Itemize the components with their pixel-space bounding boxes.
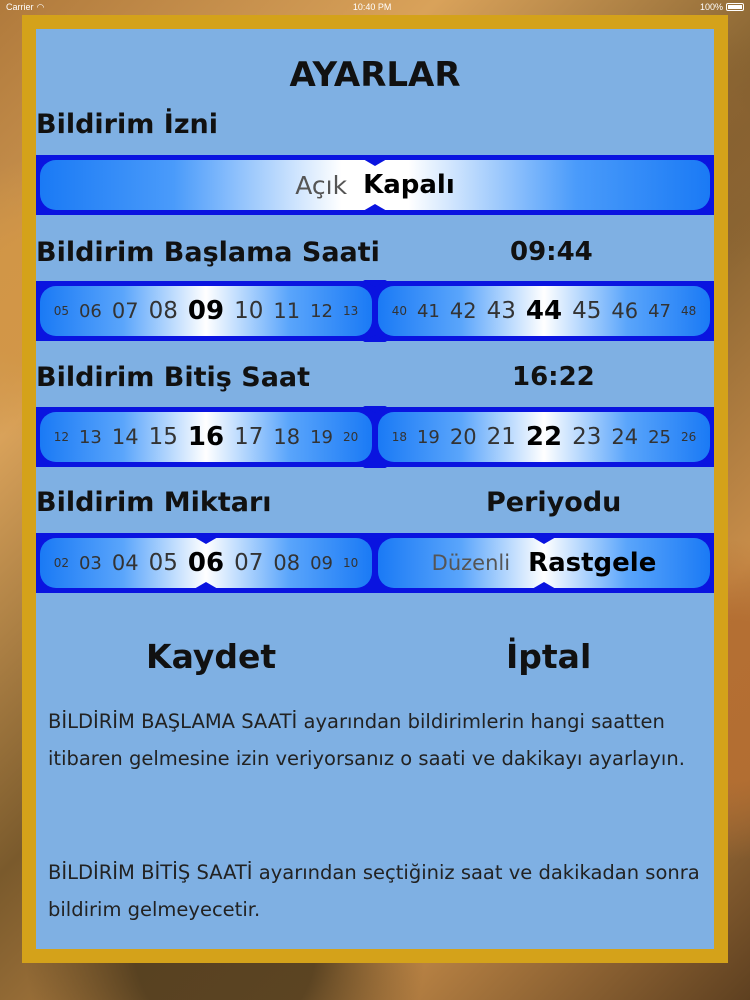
start-hour-selected[interactable]: 09	[188, 296, 224, 326]
start-hour-item[interactable]: 07	[112, 299, 139, 323]
period-wheel[interactable]: Düzenli Rastgele	[378, 538, 710, 588]
period-option-random[interactable]: Rastgele	[528, 548, 656, 578]
end-time-value: 16:22	[512, 362, 595, 392]
picker-notch-bottom	[363, 335, 387, 342]
amount-item[interactable]: 02	[54, 556, 69, 570]
end-minute-item[interactable]: 25	[648, 427, 671, 448]
picker-notch-top	[194, 538, 218, 544]
start-minute-item[interactable]: 47	[648, 301, 671, 322]
start-hour-item[interactable]: 11	[273, 299, 300, 323]
settings-frame: AYARLAR Bildirim İzni Açık Kapalı Bildir…	[22, 15, 728, 963]
picker-notch-bottom	[532, 582, 556, 588]
end-time-label: Bildirim Bitiş Saat	[36, 362, 311, 393]
end-minute-wheel[interactable]: 18 19 20 21 22 23 24 25 26	[378, 412, 710, 462]
end-hour-item[interactable]: 20	[343, 430, 358, 444]
end-minute-item[interactable]: 24	[611, 425, 638, 449]
end-hour-item[interactable]: 14	[112, 425, 139, 449]
end-hour-item[interactable]: 15	[149, 424, 178, 450]
amount-item[interactable]: 09	[310, 553, 333, 574]
picker-notch-bottom	[363, 204, 387, 210]
start-minute-item[interactable]: 41	[417, 301, 440, 322]
end-minute-item[interactable]: 20	[450, 425, 477, 449]
start-hour-item[interactable]: 05	[54, 304, 69, 318]
end-hour-item[interactable]: 13	[79, 427, 102, 448]
end-time-picker[interactable]: 12 13 14 15 16 17 18 19 20 18 19 20 21 2…	[36, 406, 714, 468]
settings-panel: AYARLAR Bildirim İzni Açık Kapalı Bildir…	[36, 29, 714, 949]
start-time-label: Bildirim Başlama Saati	[36, 237, 380, 268]
start-hour-item[interactable]: 10	[234, 298, 263, 324]
permission-label: Bildirim İzni	[36, 109, 219, 140]
start-hour-item[interactable]: 13	[343, 304, 358, 318]
amount-item[interactable]: 08	[273, 551, 300, 575]
carrier-label: Carrier	[6, 2, 34, 12]
amount-item[interactable]: 05	[149, 550, 178, 576]
end-minute-item[interactable]: 19	[417, 427, 440, 448]
picker-notch-top	[363, 160, 387, 166]
status-bar: Carrier ◠ 10:40 PM 100%	[0, 0, 750, 14]
end-minute-item[interactable]: 26	[681, 430, 696, 444]
start-time-value: 09:44	[510, 237, 593, 267]
start-time-picker[interactable]: 05 06 07 08 09 10 11 12 13 40 41 42 43 4…	[36, 280, 714, 342]
amount-period-picker[interactable]: 02 03 04 05 06 07 08 09 10 Düzenli Rastg…	[36, 533, 714, 593]
battery-icon	[726, 3, 744, 11]
period-label: Periyodu	[486, 487, 622, 518]
picker-notch-bottom	[363, 461, 387, 468]
start-hour-item[interactable]: 06	[79, 301, 102, 322]
start-minute-wheel[interactable]: 40 41 42 43 44 45 46 47 48	[378, 286, 710, 336]
wifi-icon: ◠	[36, 1, 45, 12]
start-minute-item[interactable]: 45	[572, 298, 601, 324]
picker-notch-top	[363, 280, 387, 287]
permission-picker[interactable]: Açık Kapalı	[36, 155, 714, 215]
amount-item[interactable]: 07	[234, 550, 263, 576]
save-button[interactable]: Kaydet	[146, 637, 276, 676]
permission-option-on[interactable]: Açık	[295, 171, 347, 200]
battery-percent: 100%	[699, 2, 723, 12]
permission-option-off[interactable]: Kapalı	[363, 170, 455, 200]
page-title: AYARLAR	[289, 55, 461, 95]
cancel-button[interactable]: İptal	[506, 637, 591, 676]
help-text-start: BİLDİRİM BAŞLAMA SAATİ ayarından bildiri…	[48, 710, 685, 770]
amount-item[interactable]: 03	[79, 553, 102, 574]
picker-notch-bottom	[194, 582, 218, 588]
amount-selected[interactable]: 06	[188, 548, 224, 578]
start-minute-item[interactable]: 48	[681, 304, 696, 318]
start-minute-selected[interactable]: 44	[526, 296, 562, 326]
end-minute-item[interactable]: 18	[392, 430, 407, 444]
amount-item[interactable]: 04	[112, 551, 139, 575]
picker-notch-top	[363, 406, 387, 413]
end-hour-item[interactable]: 17	[234, 424, 263, 450]
start-minute-item[interactable]: 42	[450, 299, 477, 323]
end-minute-item[interactable]: 21	[487, 424, 516, 450]
end-hour-selected[interactable]: 16	[188, 422, 224, 452]
start-hour-wheel[interactable]: 05 06 07 08 09 10 11 12 13	[40, 286, 372, 336]
end-hour-item[interactable]: 19	[310, 427, 333, 448]
status-time: 10:40 PM	[352, 2, 392, 12]
start-hour-item[interactable]: 12	[310, 301, 333, 322]
start-minute-item[interactable]: 46	[611, 299, 638, 323]
end-hour-wheel[interactable]: 12 13 14 15 16 17 18 19 20	[40, 412, 372, 462]
period-option-regular[interactable]: Düzenli	[432, 551, 510, 575]
end-minute-item[interactable]: 23	[572, 424, 601, 450]
start-minute-item[interactable]: 43	[487, 298, 516, 324]
amount-label: Bildirim Miktarı	[36, 487, 272, 518]
start-minute-item[interactable]: 40	[392, 304, 407, 318]
end-hour-item[interactable]: 12	[54, 430, 69, 444]
picker-notch-top	[532, 538, 556, 544]
start-hour-item[interactable]: 08	[149, 298, 178, 324]
amount-item[interactable]: 10	[343, 556, 358, 570]
end-minute-selected[interactable]: 22	[526, 422, 562, 452]
amount-wheel[interactable]: 02 03 04 05 06 07 08 09 10	[40, 538, 372, 588]
end-hour-item[interactable]: 18	[273, 425, 300, 449]
help-text-end: BİLDİRİM BİTİŞ SAATİ ayarından seçtiğini…	[48, 861, 700, 921]
